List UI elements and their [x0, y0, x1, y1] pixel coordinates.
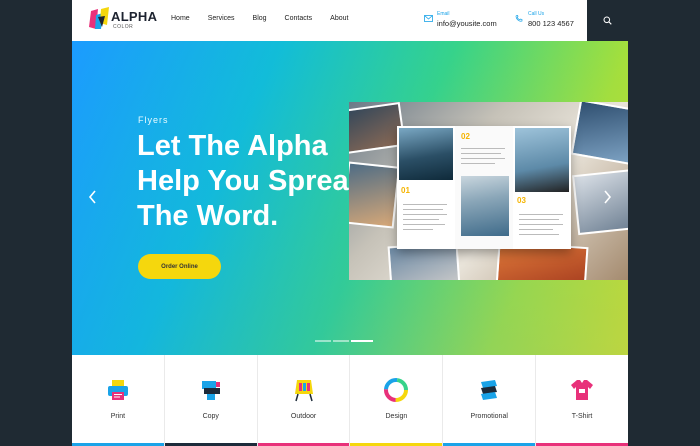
service-label: Print	[110, 413, 126, 420]
text-line	[461, 158, 505, 159]
text-line	[403, 214, 447, 215]
text-line	[403, 219, 439, 220]
main-nav: Home Services Blog Contacts About	[171, 15, 366, 22]
brochure-panel-1: 01	[397, 126, 455, 249]
service-outdoor[interactable]: Outdoor	[257, 355, 351, 446]
text-line	[519, 219, 559, 220]
panel-photo	[461, 176, 509, 236]
service-tshirt[interactable]: T-Shirt	[536, 355, 628, 446]
hero-image: 01 02 03	[349, 102, 628, 280]
hero-eyebrow: Flyers	[138, 115, 169, 125]
logo-mark-icon	[89, 7, 109, 29]
search-button[interactable]	[587, 0, 628, 41]
services-bar: Print Copy Outdoor Design Promotional T-…	[72, 355, 628, 446]
logo[interactable]: ALPHA COLOR	[89, 7, 157, 33]
slider-pagination	[315, 340, 375, 342]
service-copy[interactable]: Copy	[164, 355, 258, 446]
text-line	[461, 153, 501, 154]
stack-icon	[481, 380, 498, 400]
text-line	[519, 229, 553, 230]
billboard-icon	[294, 380, 313, 402]
panel-number: 01	[401, 186, 410, 195]
site-header: ALPHA COLOR Home Services Blog Contacts …	[72, 0, 628, 41]
brochure: 01 02 03	[397, 126, 571, 249]
next-slide-arrow-icon[interactable]	[600, 188, 614, 206]
phone-label: Call Us	[528, 11, 545, 17]
service-label: Outdoor	[290, 413, 317, 420]
nav-home[interactable]: Home	[171, 15, 190, 22]
slide-dot-1[interactable]	[315, 340, 331, 342]
nav-services[interactable]: Services	[208, 15, 235, 22]
text-line	[519, 214, 563, 215]
text-line	[519, 234, 559, 235]
service-label: Promotional	[470, 413, 508, 420]
service-label: T-Shirt	[571, 413, 593, 420]
color-wheel-icon	[384, 378, 409, 402]
text-line	[403, 229, 433, 230]
brochure-panel-3: 03	[513, 126, 571, 249]
search-icon	[603, 16, 612, 25]
tshirt-icon	[571, 380, 594, 400]
logo-subtext: COLOR	[113, 24, 134, 30]
service-label: Design	[385, 413, 408, 420]
panel-photo	[399, 128, 453, 180]
nav-contacts[interactable]: Contacts	[285, 15, 313, 22]
text-line	[403, 204, 447, 205]
text-line	[403, 224, 445, 225]
logo-text: ALPHA	[111, 9, 158, 24]
hero-slider: Flyers Let The Alpha Help You Spread The…	[72, 41, 628, 355]
printer-icon	[107, 380, 128, 400]
email-label: Email	[437, 11, 450, 17]
slide-dot-2[interactable]	[333, 340, 349, 342]
envelope-icon	[424, 15, 433, 22]
service-print[interactable]: Print	[72, 355, 165, 446]
phone-value: 800 123 4567	[528, 19, 574, 28]
service-promotional[interactable]: Promotional	[443, 355, 537, 446]
text-line	[461, 148, 505, 149]
text-line	[403, 209, 443, 210]
phone-icon	[515, 15, 523, 22]
brochure-panel-2: 02	[455, 126, 513, 249]
slide-dot-3-active[interactable]	[351, 340, 373, 342]
scattered-photo	[570, 102, 628, 165]
service-design[interactable]: Design	[350, 355, 444, 446]
panel-number: 03	[517, 196, 526, 205]
page: ALPHA COLOR Home Services Blog Contacts …	[72, 0, 628, 446]
nav-blog[interactable]: Blog	[253, 15, 267, 22]
scattered-photo	[349, 161, 401, 229]
copier-icon	[201, 381, 220, 400]
panel-photo	[515, 128, 569, 192]
order-online-button[interactable]: Order Online	[138, 254, 221, 279]
text-line	[461, 163, 495, 164]
panel-number: 02	[461, 132, 470, 141]
service-label: Copy	[202, 413, 219, 420]
nav-about[interactable]: About	[330, 15, 348, 22]
prev-slide-arrow-icon[interactable]	[86, 188, 100, 206]
text-line	[519, 224, 563, 225]
email-value: info@yousite.com	[437, 19, 497, 28]
